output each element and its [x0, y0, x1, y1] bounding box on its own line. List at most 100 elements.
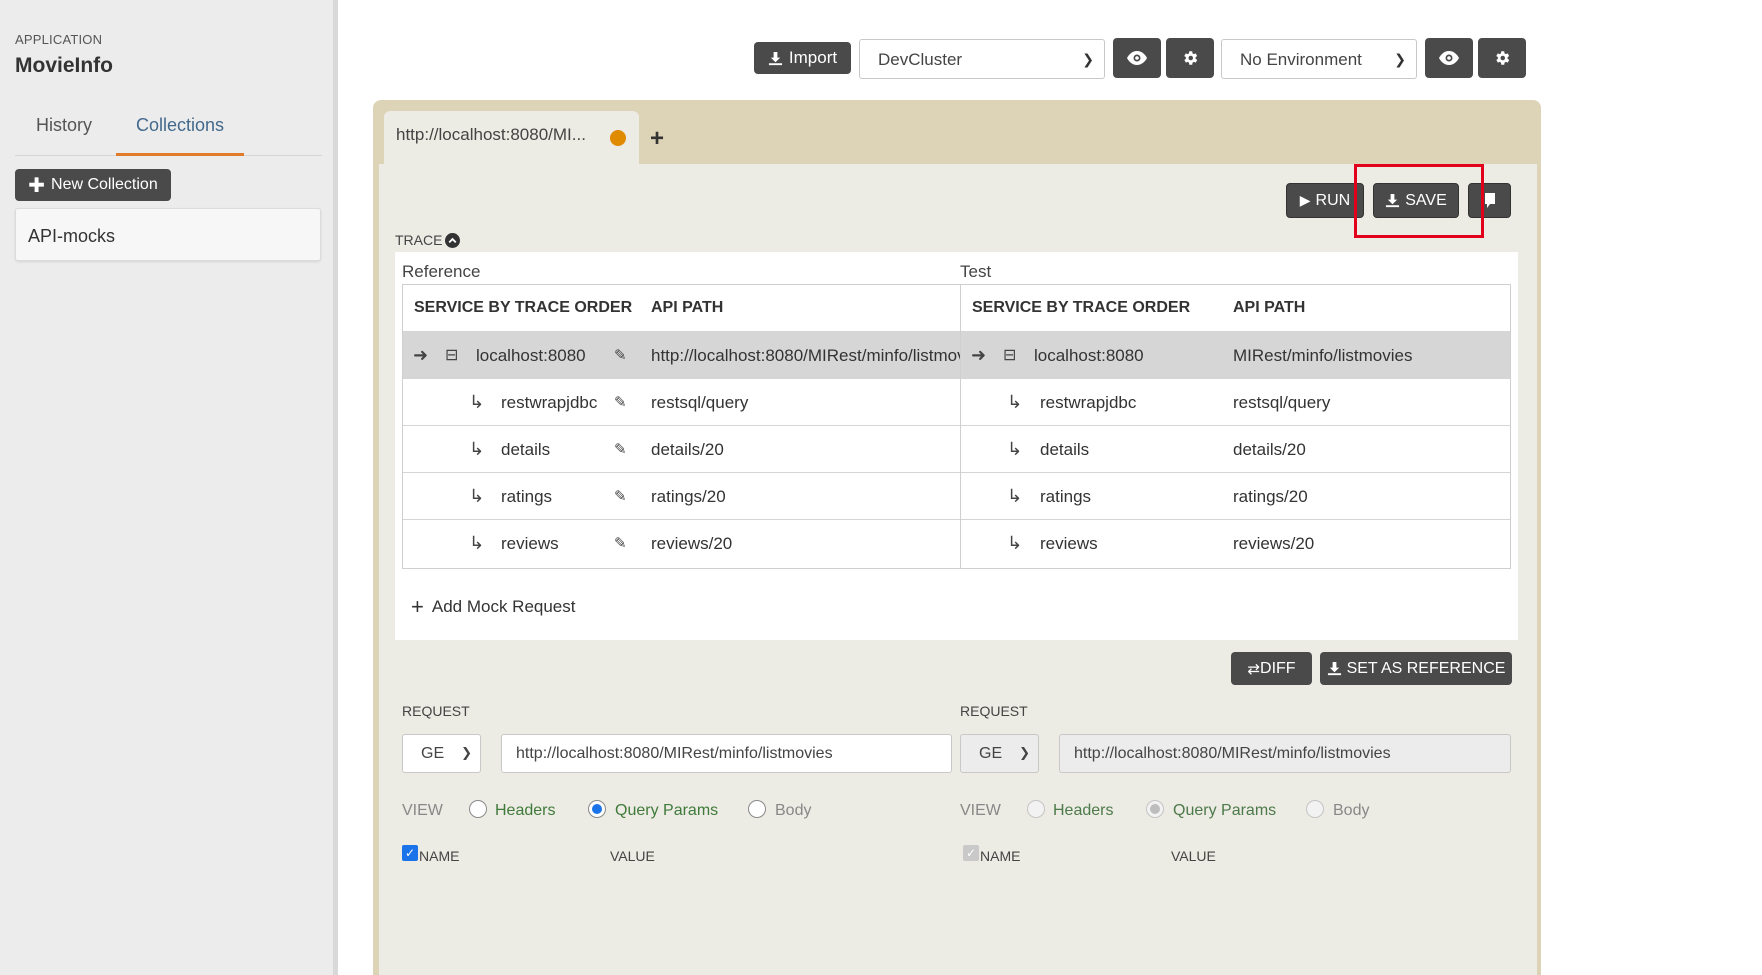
- new-collection-label: New Collection: [51, 176, 158, 193]
- cluster-settings-button[interactable]: [1166, 38, 1214, 78]
- api-path: http://localhost:8080/MIRest/minfo/listm…: [651, 346, 961, 365]
- value-column-header: VALUE: [610, 848, 655, 864]
- child-arrow-icon: ↳: [1007, 392, 1023, 412]
- radio-label-query-params: Query Params: [1173, 802, 1277, 819]
- gear-icon: [1184, 51, 1198, 65]
- eye-icon: [1439, 51, 1459, 65]
- collection-item[interactable]: API-mocks: [15, 208, 321, 261]
- tab-history[interactable]: History: [36, 104, 92, 156]
- add-mock-request-button[interactable]: + Add Mock Request: [411, 594, 576, 620]
- service-name: ratings: [1040, 487, 1092, 506]
- child-arrow-icon: ↳: [469, 486, 485, 506]
- method-select[interactable]: GE ❯: [402, 734, 481, 773]
- api-path: restsql/query: [1233, 393, 1331, 412]
- reference-url-input[interactable]: [501, 734, 952, 773]
- service-name: reviews: [1040, 534, 1098, 553]
- view-options: VIEW Headers Query Params Body: [960, 800, 1500, 822]
- diff-label: DIFF: [1260, 659, 1296, 677]
- request-tab-title: http://localhost:8080/MI...: [396, 125, 586, 144]
- gear-icon: [1496, 51, 1510, 65]
- shuffle-icon: ⇄: [1247, 660, 1261, 678]
- table-row[interactable]: ↳ restwrapjdbc restsql/query: [961, 378, 1510, 425]
- request-tab[interactable]: http://localhost:8080/MI...: [384, 111, 639, 164]
- radio-query-params[interactable]: [588, 800, 606, 818]
- api-path: ratings/20: [1233, 487, 1308, 506]
- collapse-icon[interactable]: ⊟: [1003, 332, 1016, 379]
- child-arrow-icon: ↳: [469, 392, 485, 412]
- tab-collections[interactable]: Collections: [116, 104, 244, 156]
- table-row[interactable]: ➜ ⊟ localhost:8080 MIRest/minfo/listmovi…: [961, 331, 1510, 378]
- set-as-reference-label: SET AS REFERENCE: [1346, 659, 1506, 677]
- add-tab-button[interactable]: +: [650, 125, 664, 153]
- column-header-service: SERVICE BY TRACE ORDER: [972, 299, 1191, 316]
- radio-label-body: Body: [1333, 802, 1370, 819]
- radio-body[interactable]: [1306, 800, 1324, 818]
- edit-icon[interactable]: ✎: [614, 379, 627, 426]
- method-value: GE: [421, 745, 445, 762]
- edit-icon[interactable]: ✎: [614, 332, 627, 379]
- method-select[interactable]: GE ❯: [960, 734, 1039, 773]
- chevron-up-icon: [445, 232, 461, 248]
- plus-icon: +: [411, 594, 424, 619]
- child-arrow-icon: ↳: [1007, 533, 1023, 553]
- unsaved-indicator: [610, 130, 626, 146]
- column-header-service: SERVICE BY TRACE ORDER: [414, 299, 633, 316]
- sidebar: APPLICATION MovieInfo History Collection…: [0, 0, 338, 975]
- request-label: REQUEST: [960, 703, 1028, 719]
- set-as-reference-button[interactable]: SET AS REFERENCE: [1320, 652, 1512, 685]
- edit-icon[interactable]: ✎: [614, 520, 627, 567]
- method-value: GE: [979, 745, 1003, 762]
- diff-button[interactable]: ⇄ DIFF: [1231, 652, 1312, 685]
- environment-select[interactable]: No Environment ❯: [1221, 39, 1417, 79]
- radio-headers[interactable]: [1027, 800, 1045, 818]
- child-arrow-icon: ↳: [1007, 439, 1023, 459]
- service-name: localhost:8080: [1034, 346, 1144, 365]
- cluster-select[interactable]: DevCluster ❯: [859, 39, 1105, 79]
- arrow-right-icon: ➜: [971, 345, 987, 365]
- table-row[interactable]: ↳ reviews reviews/20: [961, 519, 1510, 566]
- arrow-right-icon: ➜: [413, 345, 429, 365]
- run-label: RUN: [1315, 191, 1351, 209]
- select-all-checkbox[interactable]: ✓: [402, 845, 418, 861]
- collapse-icon[interactable]: ⊟: [445, 332, 458, 379]
- radio-label-headers: Headers: [495, 802, 556, 819]
- chevron-down-icon: ❯: [1394, 51, 1406, 67]
- name-column-header: NAME: [419, 848, 460, 864]
- table-row[interactable]: ➜ ⊟ localhost:8080 ✎ http://localhost:80…: [403, 331, 961, 379]
- table-row[interactable]: ↳ details ✎ details/20: [403, 425, 960, 472]
- new-collection-button[interactable]: ✚ New Collection: [15, 169, 171, 201]
- table-row[interactable]: ↳ reviews ✎ reviews/20: [403, 519, 960, 566]
- child-arrow-icon: ↳: [469, 533, 485, 553]
- column-header-api-path: API PATH: [1233, 299, 1306, 316]
- table-row[interactable]: ↳ ratings ratings/20: [961, 472, 1510, 519]
- table-row[interactable]: ↳ restwrapjdbc ✎ restsql/query: [403, 378, 960, 425]
- import-button[interactable]: Import: [754, 42, 851, 74]
- reference-trace-table: SERVICE BY TRACE ORDER API PATH ➜ ⊟ loca…: [402, 284, 961, 569]
- service-name: restwrapjdbc: [501, 393, 598, 412]
- radio-body[interactable]: [748, 800, 766, 818]
- table-row[interactable]: ↳ details details/20: [961, 425, 1510, 472]
- edit-icon[interactable]: ✎: [614, 426, 627, 473]
- select-all-checkbox[interactable]: ✓: [963, 845, 979, 861]
- service-name: details: [1040, 440, 1090, 459]
- save-highlight: [1354, 164, 1484, 238]
- radio-query-params[interactable]: [1146, 800, 1164, 818]
- api-path: reviews/20: [651, 534, 733, 553]
- view-environment-button[interactable]: [1425, 38, 1473, 78]
- import-icon: [768, 51, 782, 65]
- test-label: Test: [960, 262, 992, 281]
- view-cluster-button[interactable]: [1113, 38, 1161, 78]
- environment-settings-button[interactable]: [1478, 38, 1526, 78]
- eye-icon: [1127, 51, 1147, 65]
- test-url-input[interactable]: [1059, 734, 1511, 773]
- chevron-down-icon: ❯: [1082, 51, 1094, 67]
- comment-icon: [1484, 192, 1495, 208]
- radio-headers[interactable]: [469, 800, 487, 818]
- edit-icon[interactable]: ✎: [614, 473, 627, 520]
- table-row[interactable]: ↳ ratings ✎ ratings/20: [403, 472, 960, 519]
- trace-toggle[interactable]: TRACE: [395, 232, 461, 248]
- import-icon: [1327, 661, 1341, 676]
- plus-icon: ✚: [28, 174, 46, 197]
- run-button[interactable]: ▶ RUN: [1286, 183, 1364, 218]
- add-mock-label: Add Mock Request: [431, 597, 576, 616]
